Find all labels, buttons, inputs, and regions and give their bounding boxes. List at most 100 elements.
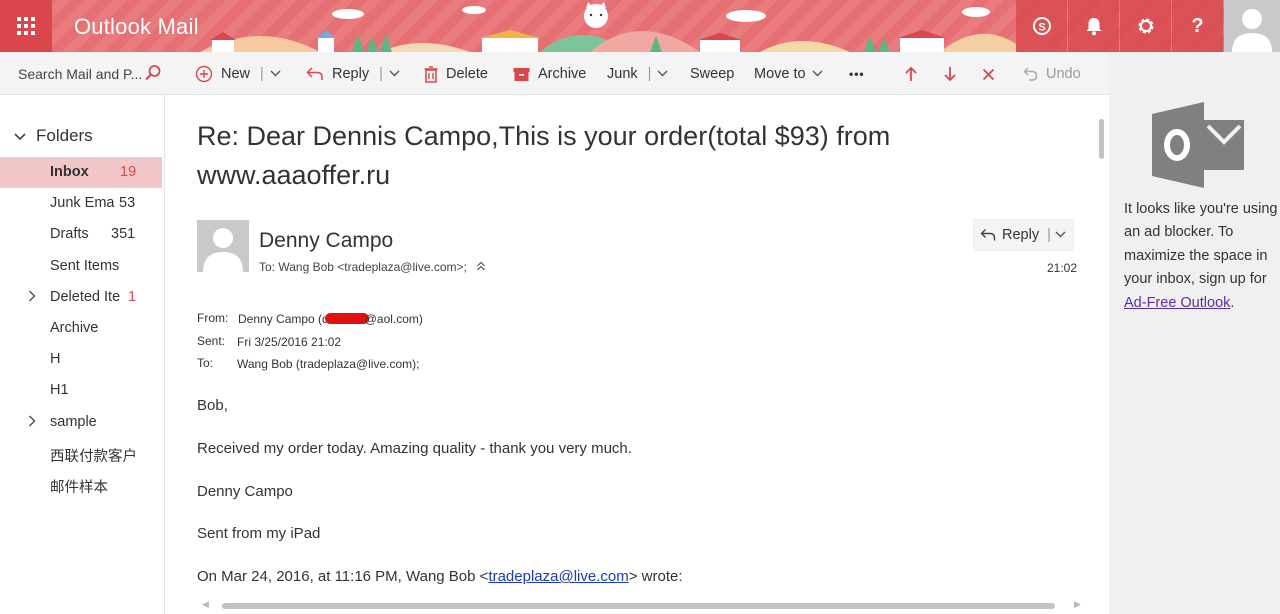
message-time: 21:02 [1047, 261, 1078, 275]
reply-button[interactable]: Reply | [306, 64, 400, 84]
from-value: Denny Campo (d @aol.com) [238, 312, 423, 326]
chevron-right-icon[interactable] [28, 414, 36, 430]
folder-sent-items[interactable]: Sent Items [0, 251, 162, 282]
undo-label: Undo [1046, 66, 1081, 82]
body-sent-from: Sent from my iPad [197, 525, 321, 542]
next-message-button[interactable] [943, 64, 957, 84]
help-icon: ? [1191, 14, 1204, 37]
folder-junk-email[interactable]: Junk Ema 53 [0, 188, 162, 219]
vertical-scrollbar[interactable] [1096, 95, 1109, 614]
move-to-label: Move to [754, 66, 806, 82]
folder-western-union-customers[interactable]: 西联付款客户 [0, 438, 162, 469]
reply-label: Reply [332, 66, 370, 82]
plus-circle-icon [195, 65, 213, 83]
from-label: From: [197, 311, 229, 325]
undo-button[interactable]: Undo [1023, 64, 1081, 84]
to-value: Wang Bob (tradeplaza@live.com); [237, 357, 420, 371]
ad-blocker-message: It looks like you're using an ad blocker… [1124, 198, 1280, 315]
scroll-left-arrow[interactable]: ◀ [202, 599, 209, 610]
chevron-down-icon[interactable] [812, 68, 823, 80]
outlook-logo-icon [1152, 102, 1244, 188]
archive-box-icon [513, 67, 530, 82]
search-input[interactable]: Search Mail and P... [18, 66, 142, 82]
folder-label: Drafts [50, 226, 89, 243]
settings-button[interactable] [1120, 0, 1171, 52]
notifications-button[interactable] [1068, 0, 1119, 52]
junk-label: Junk [607, 66, 638, 82]
divider: | [379, 66, 383, 82]
app-title[interactable]: Outlook Mail [74, 14, 199, 40]
quoted-prefix: On Mar 24, 2016, at 11:16 PM, Wang Bob < [197, 568, 489, 585]
bell-icon [1086, 18, 1101, 36]
message-reply-button[interactable]: Reply | [973, 219, 1074, 251]
account-avatar[interactable] [1224, 0, 1280, 52]
folder-label: sample [50, 413, 97, 430]
folder-sample[interactable]: sample [0, 407, 162, 438]
folder-h1[interactable]: H1 [0, 375, 162, 406]
close-message-button[interactable] [982, 64, 995, 84]
folder-label: 邮件样本 [50, 479, 108, 496]
help-button[interactable]: ? [1172, 0, 1223, 52]
ad-free-outlook-link[interactable]: Ad-Free Outlook [1124, 295, 1230, 311]
top-header-bar: Outlook Mail S ? [0, 0, 1280, 52]
app-launcher-button[interactable] [0, 0, 52, 52]
person-icon [203, 228, 243, 272]
chevron-down-icon[interactable] [389, 68, 400, 80]
sender-avatar[interactable] [197, 220, 249, 272]
reading-pane: Re: Dear Dennis Campo,This is your order… [165, 95, 1109, 614]
chevron-right-icon[interactable] [28, 290, 36, 305]
chevron-down-icon[interactable] [1055, 229, 1066, 241]
folder-drafts[interactable]: Drafts 351 [0, 219, 162, 250]
skype-button[interactable]: S [1016, 0, 1067, 52]
sweep-button[interactable]: Sweep [690, 64, 734, 84]
item-count: 351 [111, 226, 136, 243]
scroll-thumb[interactable] [222, 603, 1055, 609]
chevron-down-icon[interactable] [14, 126, 26, 146]
previous-message-button[interactable] [904, 64, 918, 84]
archive-button[interactable]: Archive [513, 64, 586, 84]
junk-button[interactable]: Junk | [607, 64, 668, 84]
move-to-button[interactable]: Move to [754, 64, 823, 84]
person-icon [1232, 9, 1272, 52]
folder-label: Sent Items [50, 257, 120, 274]
archive-label: Archive [538, 66, 587, 82]
folder-inbox[interactable]: Inbox 19 [0, 157, 162, 189]
more-actions-button[interactable]: ••• [849, 64, 865, 84]
folder-label: Deleted Ite [50, 288, 121, 305]
folder-mail-samples[interactable]: 邮件样本 [0, 469, 162, 500]
folder-h[interactable]: H [0, 344, 162, 375]
ad-text: It looks like you're using an ad blocker… [1124, 201, 1278, 288]
reply-icon [306, 66, 324, 82]
folder-label: H1 [50, 382, 69, 399]
sweep-label: Sweep [690, 66, 735, 82]
recipients-text: To: Wang Bob <tradeplaza@live.com>; [259, 260, 467, 274]
divider: | [260, 66, 264, 82]
search-mail-box[interactable]: Search Mail and P... [0, 52, 165, 95]
message-subject: Re: Dear Dennis Campo,This is your order… [197, 121, 891, 190]
folder-label: 西联付款客户 [50, 448, 137, 465]
sender-name[interactable]: Denny Campo [259, 229, 393, 253]
folder-deleted-items[interactable]: Deleted Ite 1 [0, 282, 162, 313]
waffle-icon [17, 17, 35, 35]
scroll-thumb[interactable] [1099, 119, 1104, 159]
folders-header[interactable]: Folders [14, 126, 93, 146]
horizontal-scrollbar[interactable]: ◀ ▶ [200, 598, 1085, 612]
folders-heading: Folders [36, 126, 93, 145]
search-icon[interactable] [144, 64, 162, 87]
chevron-down-icon[interactable] [270, 68, 281, 80]
folder-archive[interactable]: Archive [0, 313, 162, 344]
expand-recipients-icon[interactable] [476, 260, 486, 274]
folder-pane: Search Mail and P... Folders Inbox 19 Ju… [0, 52, 165, 614]
undo-icon [1023, 67, 1038, 81]
folder-list: Inbox 19 Junk Ema 53 Drafts 351 Sent Ite… [0, 157, 162, 500]
sent-label: Sent: [197, 333, 226, 348]
quoted-header: On Mar 24, 2016, at 11:16 PM, Wang Bob <… [197, 568, 683, 585]
quoted-email-link[interactable]: tradeplaza@live.com [488, 568, 628, 585]
quoted-suffix: > wrote: [628, 568, 683, 585]
gear-icon [1138, 18, 1153, 34]
from-name: Denny Campo (d [238, 312, 329, 326]
scroll-right-arrow[interactable]: ▶ [1074, 599, 1081, 610]
new-button[interactable]: New | [195, 64, 281, 84]
chevron-down-icon[interactable] [657, 68, 668, 80]
delete-button[interactable]: Delete [424, 64, 488, 84]
